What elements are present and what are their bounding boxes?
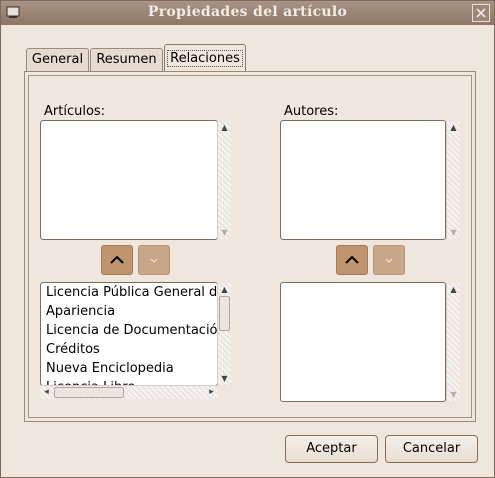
tab-panel: Artículos: Autores: ▲ ▼ ▲ ▼ Licencia Púb… <box>24 71 476 422</box>
scroll-down-icon[interactable]: ▼ <box>447 388 460 401</box>
scroll-down-icon[interactable]: ▼ <box>218 226 231 239</box>
chevron-up-icon <box>345 255 359 264</box>
autores-available-list[interactable] <box>280 282 446 402</box>
autores-selected-list[interactable] <box>280 120 446 240</box>
tab-general-label: General <box>31 52 84 67</box>
autores-selected-scrollbar[interactable]: ▲ ▼ <box>446 121 460 239</box>
scroll-thumb[interactable] <box>219 296 230 331</box>
window-title: Propiedades del artículo <box>147 4 348 20</box>
articulos-available-list[interactable]: Licencia Pública General de GNU Aparienc… <box>40 282 218 386</box>
relations-frame: Artículos: Autores: ▲ ▼ ▲ ▼ Licencia Púb… <box>28 75 472 418</box>
cancel-button[interactable]: Cancelar <box>385 435 478 463</box>
articulos-available-hscrollbar[interactable]: ◂ ▸ <box>40 385 218 399</box>
tab-resumen[interactable]: Resumen <box>90 48 163 72</box>
scroll-up-icon[interactable]: ▲ <box>218 121 231 134</box>
tab-relaciones[interactable]: Relaciones <box>164 44 246 72</box>
scroll-up-icon[interactable]: ▲ <box>447 121 460 134</box>
articulos-move-up-button[interactable] <box>101 245 133 275</box>
scroll-up-icon[interactable]: ▲ <box>218 283 231 296</box>
dialog-window: Propiedades del artículo General Resumen… <box>0 0 495 478</box>
scroll-down-icon[interactable]: ▼ <box>218 372 231 385</box>
list-item[interactable]: Nueva Enciclopedia <box>46 359 174 378</box>
chevron-down-icon <box>385 258 393 263</box>
scroll-thumb[interactable] <box>54 387 124 398</box>
autores-label: Autores: <box>284 104 339 119</box>
autores-available-scrollbar[interactable]: ▲ ▼ <box>446 283 460 401</box>
tab-relaciones-label: Relaciones <box>167 50 243 67</box>
scroll-down-icon[interactable]: ▼ <box>447 226 460 239</box>
close-button[interactable] <box>472 4 490 22</box>
scroll-up-icon[interactable]: ▲ <box>447 283 460 296</box>
list-item[interactable]: Licencia de Documentación <box>46 321 217 340</box>
articulos-selected-scrollbar[interactable]: ▲ ▼ <box>217 121 231 239</box>
title-bar[interactable]: Propiedades del artículo <box>1 1 494 25</box>
autores-move-down-button[interactable] <box>373 245 405 275</box>
articulos-move-down-button[interactable] <box>138 245 170 275</box>
scroll-right-icon[interactable]: ▸ <box>205 386 218 399</box>
articulos-available-vscrollbar[interactable]: ▲ ▼ <box>217 283 231 385</box>
list-item[interactable]: Licencia Pública General de GNU <box>46 283 217 302</box>
tab-resumen-label: Resumen <box>96 52 157 67</box>
tab-general[interactable]: General <box>26 48 89 72</box>
chevron-down-icon <box>150 258 158 263</box>
list-item[interactable]: Créditos <box>46 340 100 359</box>
articulos-selected-list[interactable] <box>40 120 218 240</box>
list-item[interactable]: Apariencia <box>46 302 115 321</box>
scroll-left-icon[interactable]: ◂ <box>40 386 53 399</box>
chevron-up-icon <box>110 255 124 264</box>
articulos-label: Artículos: <box>44 104 106 119</box>
accept-button[interactable]: Aceptar <box>285 435 378 463</box>
close-icon <box>476 8 486 18</box>
autores-move-up-button[interactable] <box>336 245 368 275</box>
